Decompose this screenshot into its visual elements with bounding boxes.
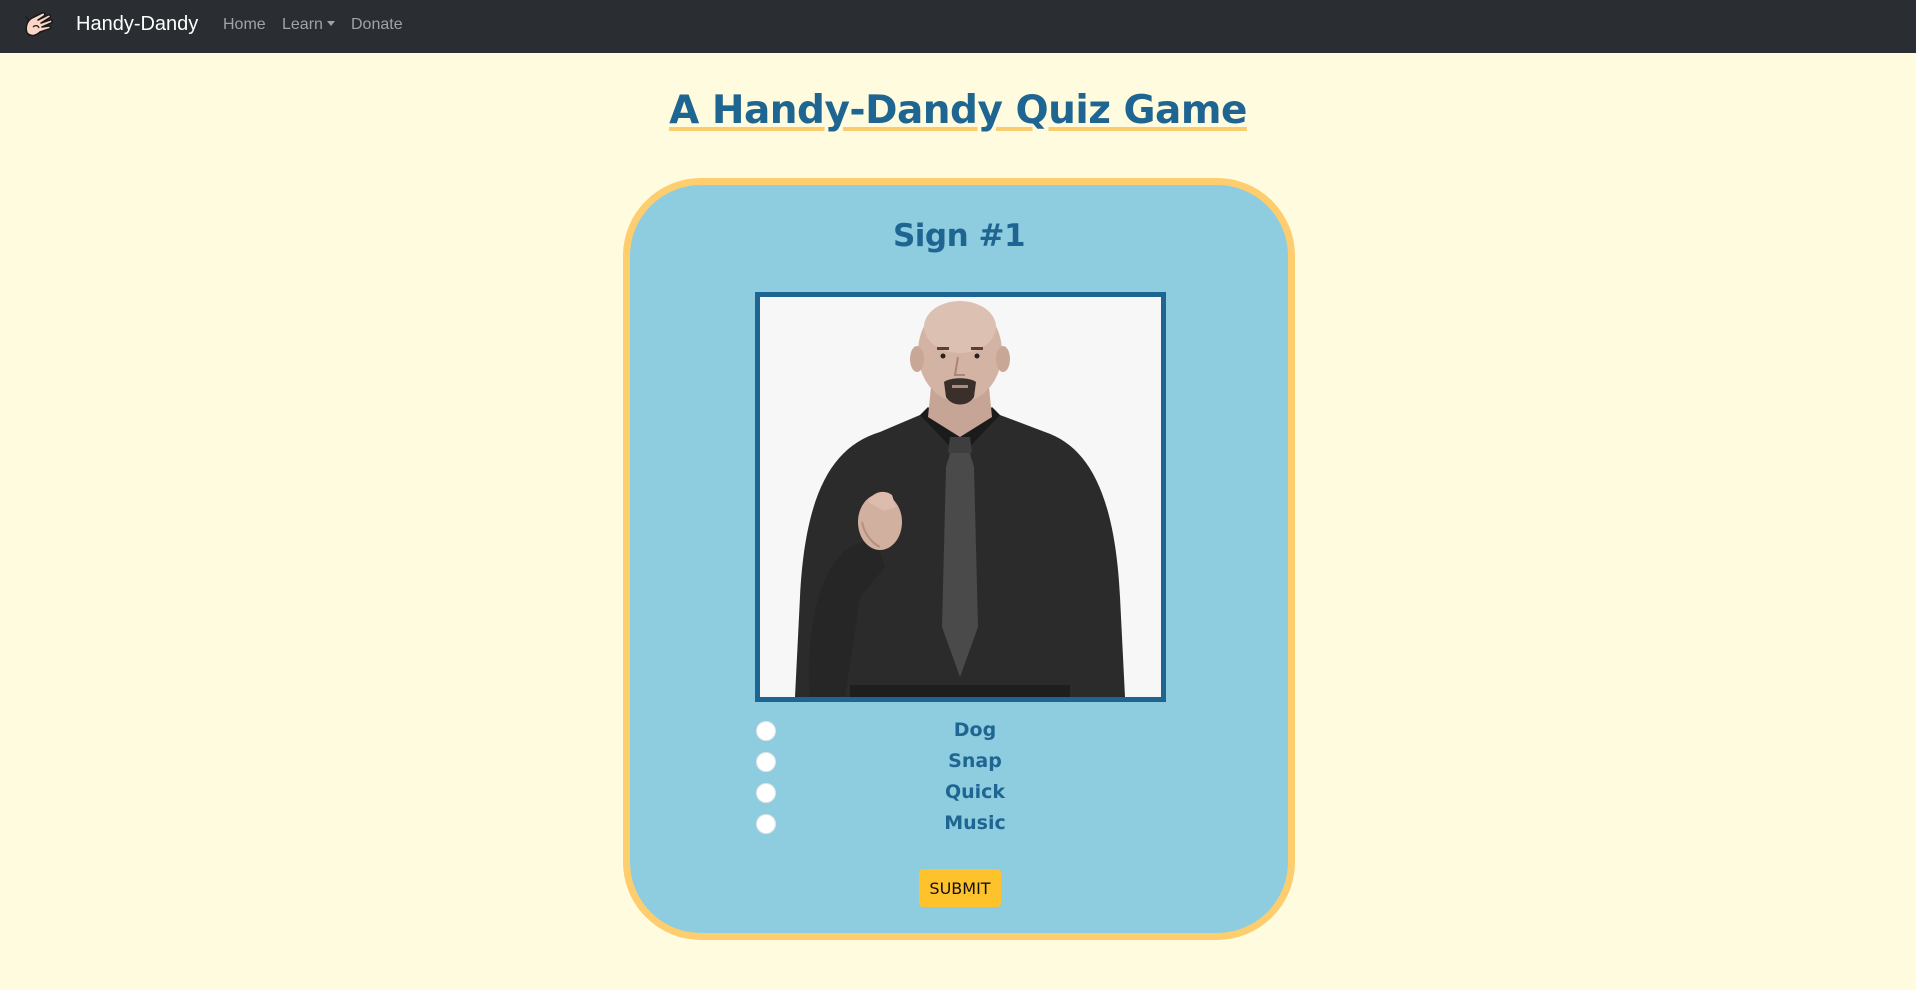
navbar: Handy-Dandy Home Learn Donate — [0, 0, 1916, 53]
sign-title: Sign #1 — [892, 218, 1026, 254]
answer-option[interactable]: Music — [756, 809, 1166, 840]
radio-button[interactable] — [756, 814, 776, 834]
answer-option[interactable]: Dog — [756, 716, 1166, 747]
submit-button[interactable]: SUBMIT — [919, 869, 1001, 907]
hand-sign-icon[interactable] — [18, 5, 60, 47]
sign-image — [755, 292, 1166, 702]
answer-option[interactable]: Quick — [756, 778, 1166, 809]
radio-button[interactable] — [756, 783, 776, 803]
radio-button[interactable] — [756, 721, 776, 741]
page-title: A Handy-Dandy Quiz Game — [0, 88, 1916, 133]
nav-learn-label: Learn — [282, 16, 323, 33]
answer-label: Quick — [944, 781, 1006, 803]
nav-donate[interactable]: Donate — [351, 16, 403, 34]
quiz-card: Sign #1 Dog Snap Quick Music SUBMIT — [623, 178, 1295, 940]
brand-name[interactable]: Handy-Dandy — [76, 13, 198, 36]
answer-label: Snap — [948, 750, 1002, 772]
answer-label: Music — [944, 812, 1006, 834]
answer-option[interactable]: Snap — [756, 747, 1166, 778]
radio-button[interactable] — [756, 752, 776, 772]
answer-label: Dog — [953, 719, 997, 741]
nav-home[interactable]: Home — [223, 16, 266, 34]
signer-photo — [760, 297, 1161, 697]
answer-options: Dog Snap Quick Music — [756, 716, 1166, 840]
page-title-text: A Handy-Dandy Quiz Game — [669, 88, 1247, 133]
nav-learn-dropdown[interactable]: Learn — [282, 16, 335, 34]
caret-down-icon — [326, 21, 335, 26]
